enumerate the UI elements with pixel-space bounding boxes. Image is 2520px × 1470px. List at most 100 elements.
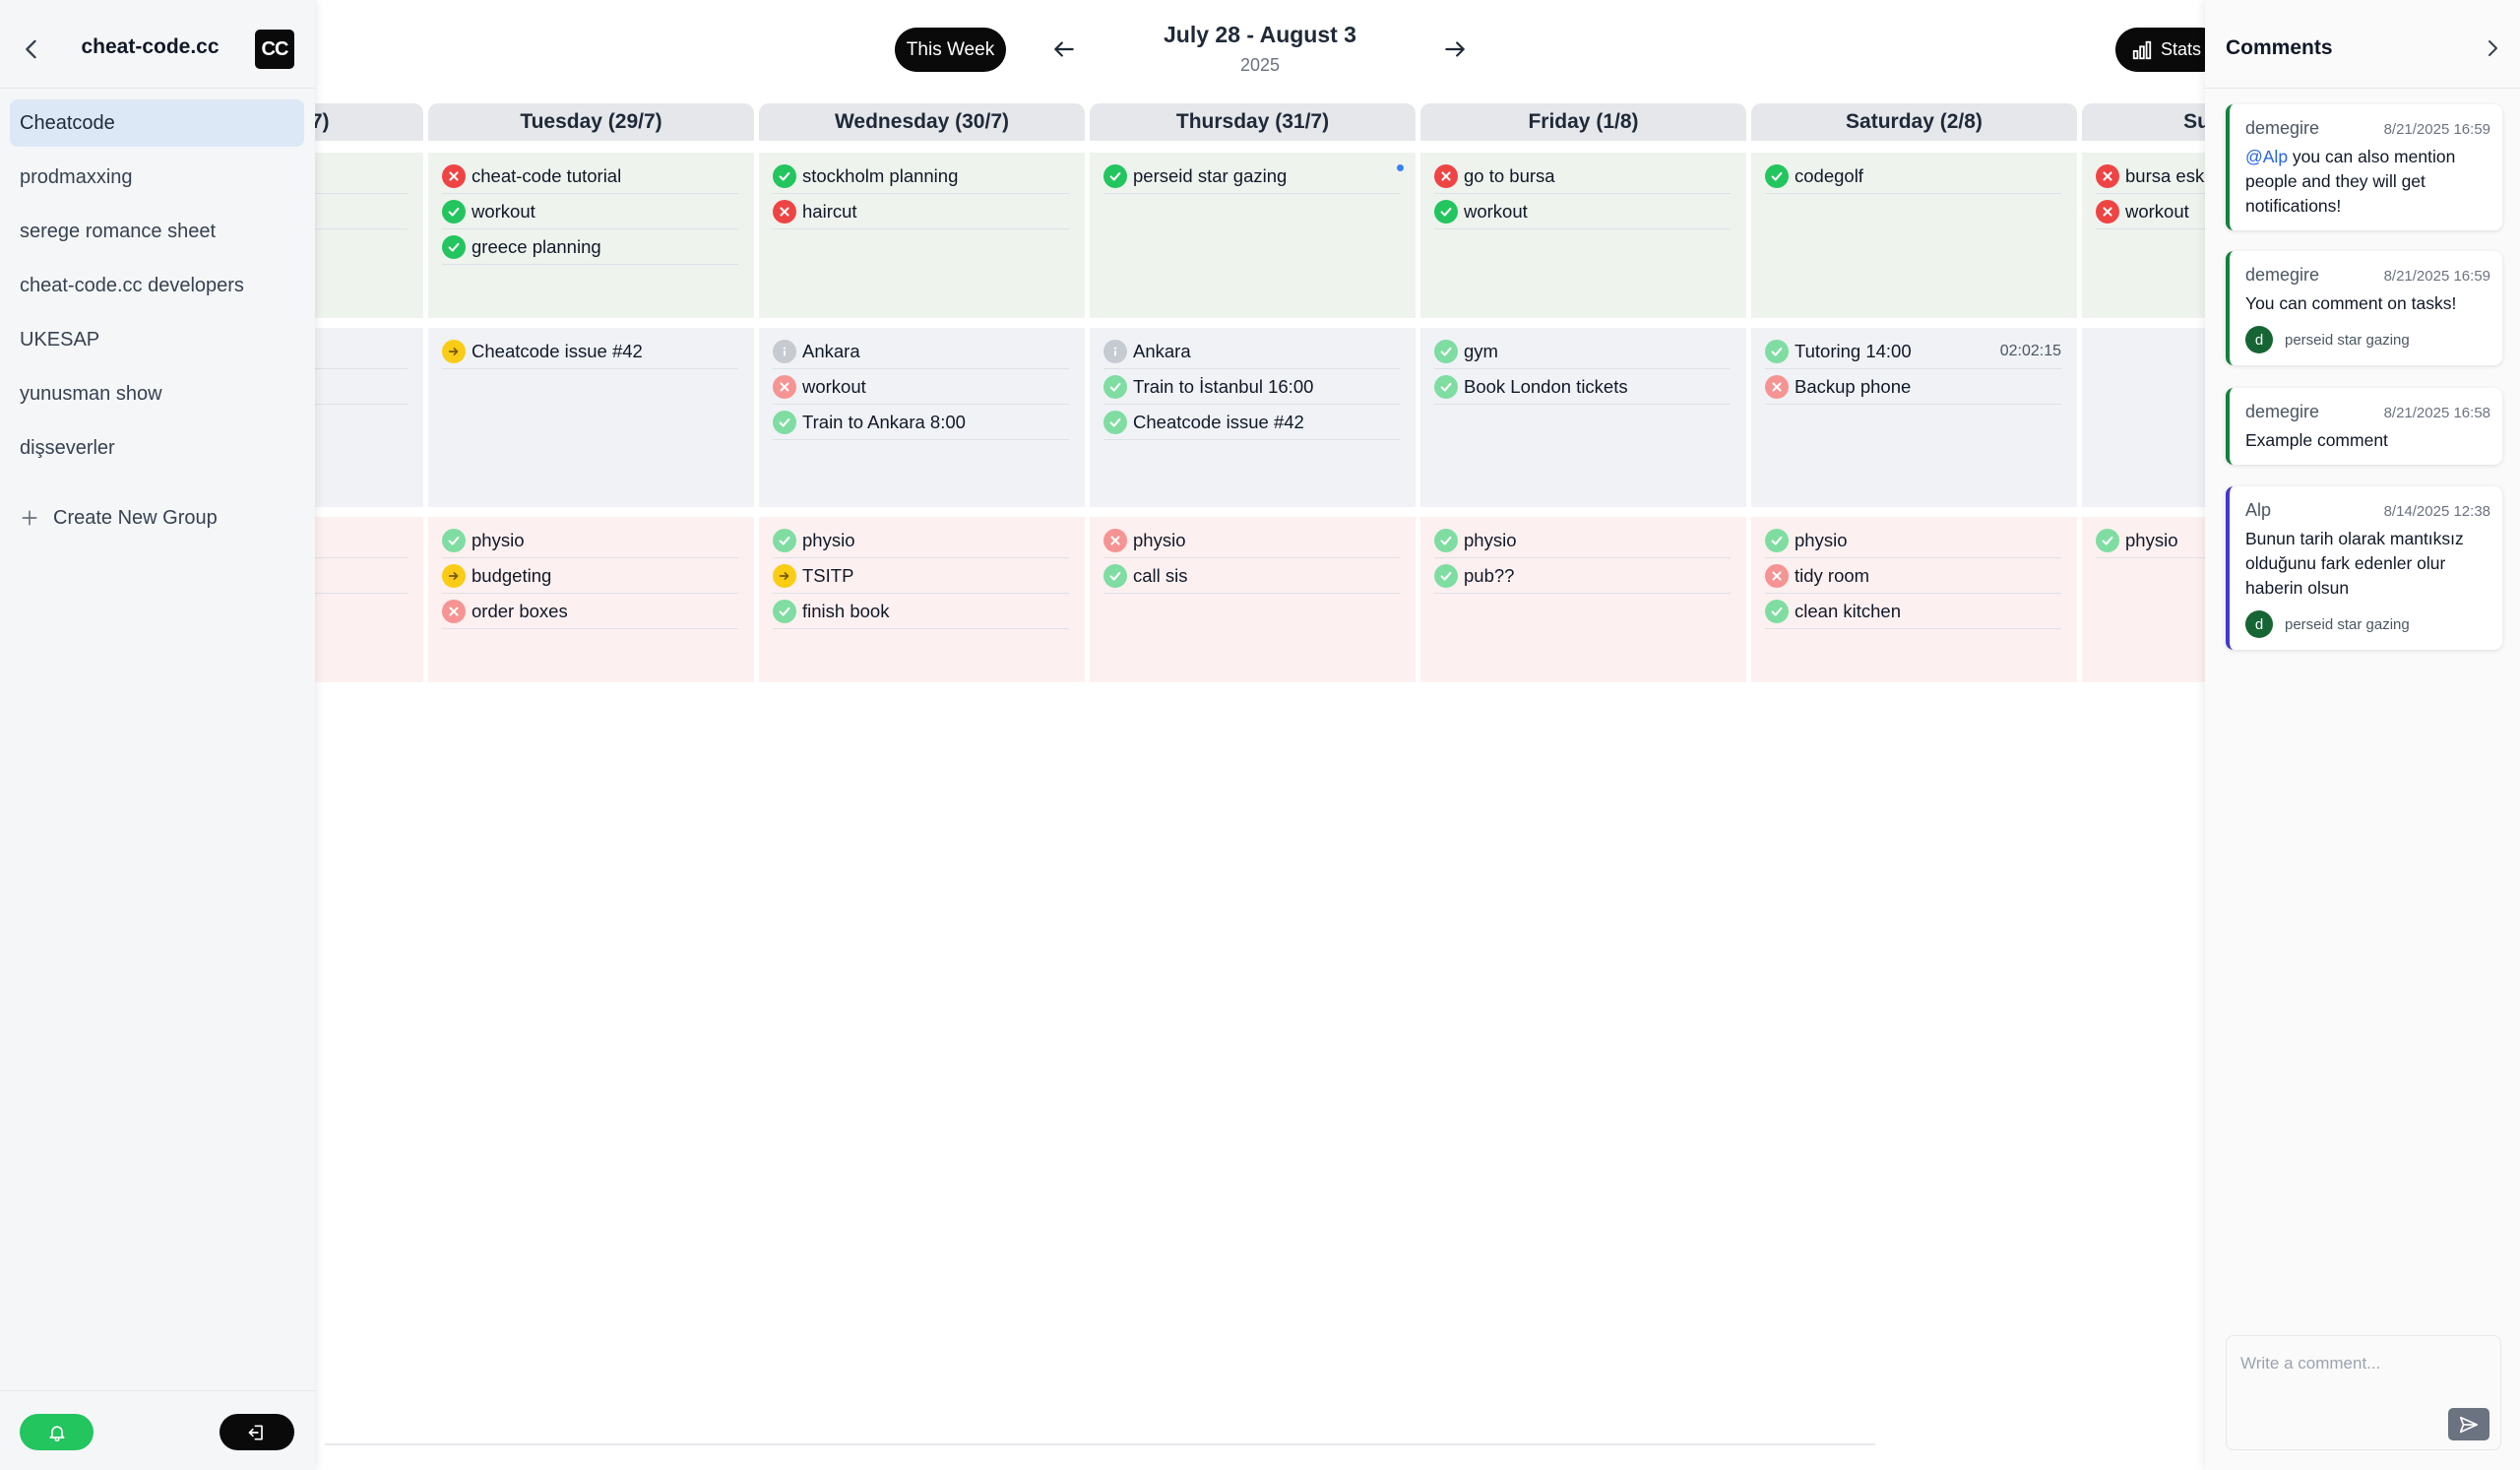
comment-task-link[interactable]: d perseid star gazing xyxy=(2245,610,2490,638)
task-cell[interactable]: physio budgeting order boxes xyxy=(428,517,754,682)
sidebar-group-item[interactable]: dişseverler xyxy=(10,424,304,472)
chevron-left-icon[interactable] xyxy=(18,35,45,63)
task-cell[interactable]: Ankara Train to İstanbul 16:00 Cheatcode i… xyxy=(1090,328,1416,507)
task-item[interactable]: gym xyxy=(1434,334,1731,369)
task-item[interactable]: codegolf xyxy=(1765,159,2061,194)
task-status-success[interactable] xyxy=(1434,563,1458,588)
task-cell[interactable]: physio pub?? xyxy=(1420,517,1746,682)
task-cell[interactable]: cheat-code tutorial workout greece plannin… xyxy=(428,153,754,318)
task-status-success[interactable] xyxy=(442,528,466,552)
comment-task-link[interactable]: d perseid star gazing xyxy=(2245,326,2490,353)
task-status-success[interactable] xyxy=(1765,528,1789,552)
task-item[interactable]: greece planning xyxy=(442,229,738,265)
task-status-success[interactable] xyxy=(773,410,796,434)
task-status-fail[interactable] xyxy=(1103,528,1127,552)
task-status-success[interactable] xyxy=(1434,528,1458,552)
task-cell[interactable]: Tutoring 14:00 02:02:15 Backup phone xyxy=(1751,328,2077,507)
task-status-fail[interactable] xyxy=(773,374,796,399)
task-item[interactable]: Ankara xyxy=(773,334,1069,369)
task-cell[interactable]: perseid star gazing xyxy=(1090,153,1416,318)
task-item[interactable]: Cheatcode issue #42 xyxy=(442,334,738,369)
task-item[interactable]: workout xyxy=(442,194,738,229)
task-item[interactable]: physio xyxy=(442,523,738,558)
notifications-button[interactable] xyxy=(20,1414,94,1450)
task-item[interactable]: cheat-code tutorial xyxy=(442,159,738,194)
task-cell[interactable]: go to bursa workout xyxy=(1420,153,1746,318)
task-status-fail[interactable] xyxy=(773,199,796,224)
task-item[interactable]: tidy room xyxy=(1765,558,2061,594)
task-item[interactable]: finish book xyxy=(773,594,1069,629)
task-item[interactable]: physio xyxy=(1765,523,2061,558)
task-item[interactable]: physio xyxy=(1434,523,1731,558)
task-status-fail[interactable] xyxy=(1765,563,1789,588)
task-item[interactable]: workout xyxy=(773,369,1069,405)
task-cell[interactable]: physio call sis xyxy=(1090,517,1416,682)
task-status-success[interactable] xyxy=(1434,339,1458,363)
task-item[interactable]: workout xyxy=(1434,194,1731,229)
task-cell[interactable]: Ankara workout Train to Ankara 8:00 xyxy=(759,328,1085,507)
task-item[interactable]: Backup phone xyxy=(1765,369,2061,405)
task-item[interactable]: perseid star gazing xyxy=(1103,159,1400,194)
task-item[interactable]: go to bursa xyxy=(1434,159,1731,194)
task-status-fail[interactable] xyxy=(1765,374,1789,399)
task-item[interactable]: clean kitchen xyxy=(1765,594,2061,629)
sidebar-group-item[interactable]: prodmaxxing xyxy=(10,154,304,201)
task-cell[interactable]: physio TSITP finish book xyxy=(759,517,1085,682)
comment-card[interactable]: demegire 8/21/2025 16:58 Example comment xyxy=(2226,388,2502,465)
send-comment-button[interactable] xyxy=(2448,1408,2489,1440)
comment-card[interactable]: demegire 8/21/2025 16:59 @Alp you can also… xyxy=(2226,104,2502,230)
sidebar-group-item[interactable]: UKESAP xyxy=(10,316,304,363)
task-cell[interactable] xyxy=(2082,328,2205,507)
task-item[interactable]: TSITP xyxy=(773,558,1069,594)
task-status-success[interactable] xyxy=(1103,374,1127,399)
task-cell[interactable]: Cheatcode issue #42 xyxy=(428,328,754,507)
task-status-success[interactable] xyxy=(1434,374,1458,399)
task-item[interactable]: pub?? xyxy=(1434,558,1731,594)
task-status-success[interactable] xyxy=(2096,528,2119,552)
task-item[interactable]: physio xyxy=(2096,523,2205,558)
task-cell[interactable]: physio xyxy=(2082,517,2205,682)
task-cell[interactable]: physio tidy room clean kitchen xyxy=(1751,517,2077,682)
task-status-success[interactable] xyxy=(773,163,796,188)
logout-button[interactable] xyxy=(220,1414,294,1450)
task-item[interactable]: physio xyxy=(1103,523,1400,558)
sidebar-group-item[interactable]: yunusman show xyxy=(10,370,304,417)
task-status-success[interactable] xyxy=(442,199,466,224)
task-status-forward[interactable] xyxy=(442,339,466,363)
task-item[interactable]: stockholm planning xyxy=(773,159,1069,194)
task-item[interactable]: Ankara xyxy=(1103,334,1400,369)
task-item[interactable]: bursa eski xyxy=(2096,159,2205,194)
task-item[interactable]: Train to İstanbul 16:00 xyxy=(1103,369,1400,405)
task-status-success[interactable] xyxy=(773,599,796,623)
horizontal-scrollbar[interactable] xyxy=(325,1443,1875,1445)
task-item[interactable]: Train to Ankara 8:00 xyxy=(773,405,1069,440)
task-status-success[interactable] xyxy=(1434,199,1458,224)
task-item[interactable]: physio xyxy=(773,523,1069,558)
task-cell[interactable]: codegolf xyxy=(1751,153,2077,318)
comment-mention[interactable]: @Alp xyxy=(2245,147,2288,166)
stats-button[interactable]: Stats xyxy=(2115,28,2205,72)
task-status-success[interactable] xyxy=(1103,410,1127,434)
comment-card[interactable]: Alp 8/14/2025 12:38 Bunun tarih olarak man… xyxy=(2226,486,2502,650)
task-item[interactable]: Book London tickets xyxy=(1434,369,1731,405)
comment-card[interactable]: demegire 8/21/2025 16:59 You can comment o… xyxy=(2226,251,2502,365)
task-status-fail[interactable] xyxy=(442,599,466,623)
task-cell[interactable]: gym Book London tickets xyxy=(1420,328,1746,507)
create-group-button[interactable]: Create New Group xyxy=(20,498,218,538)
task-status-success[interactable] xyxy=(1765,339,1789,363)
task-item[interactable]: budgeting xyxy=(442,558,738,594)
task-status-forward[interactable] xyxy=(442,563,466,588)
task-item[interactable]: Tutoring 14:00 02:02:15 xyxy=(1765,334,2061,369)
task-item[interactable]: Cheatcode issue #42 xyxy=(1103,405,1400,440)
task-status-fail[interactable] xyxy=(1434,163,1458,188)
task-item[interactable]: order boxes xyxy=(442,594,738,629)
sidebar-group-item[interactable]: Cheatcode xyxy=(10,99,304,147)
task-status-success[interactable] xyxy=(1765,599,1789,623)
sidebar-group-item[interactable]: serege romance sheet xyxy=(10,208,304,255)
task-item[interactable]: haircut xyxy=(773,194,1069,229)
sidebar-group-item[interactable]: cheat-code.cc developers xyxy=(10,262,304,309)
task-status-success[interactable] xyxy=(1765,163,1789,188)
task-status-success[interactable] xyxy=(1103,163,1127,188)
task-status-forward[interactable] xyxy=(773,563,796,588)
this-week-button[interactable]: This Week xyxy=(895,28,1006,72)
